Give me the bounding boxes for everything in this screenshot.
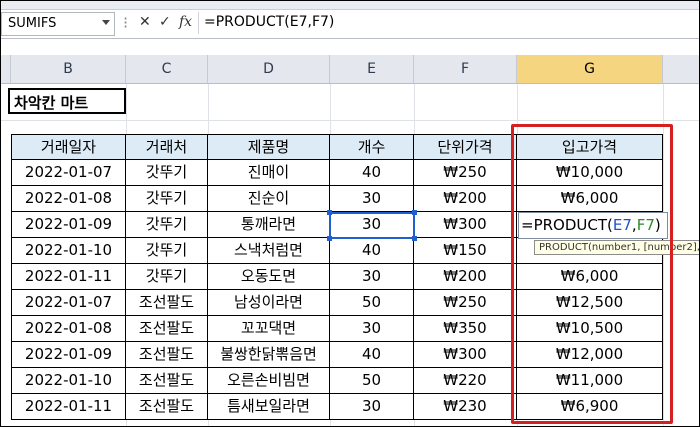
- table-cell-date[interactable]: 2022-01-07: [11, 290, 126, 316]
- table-header-date[interactable]: 거래일자: [11, 134, 126, 160]
- table-cell-product[interactable]: 오른손비빔면: [208, 368, 330, 394]
- table-cell-vendor[interactable]: 갓뚜기: [126, 238, 208, 264]
- table-cell-vendor[interactable]: 조선팔도: [126, 316, 208, 342]
- table-header-product[interactable]: 제품명: [208, 134, 330, 160]
- select-all-corner[interactable]: [1, 55, 11, 83]
- chevron-down-icon[interactable]: [102, 20, 110, 25]
- table-cell-qty[interactable]: 50: [330, 368, 414, 394]
- highlight-box: [511, 124, 673, 424]
- table-cell-unit-price[interactable]: ₩250: [414, 160, 517, 186]
- table-cell-vendor[interactable]: 갓뚜기: [126, 264, 208, 290]
- table-cell-product[interactable]: 진순이: [208, 186, 330, 212]
- spreadsheet-window: SUMIFS ⁝ ✕ ✓ fx =PRODUCT(E7,F7) B C D E …: [0, 0, 700, 427]
- name-box[interactable]: SUMIFS: [1, 12, 115, 36]
- column-header-b[interactable]: B: [11, 55, 126, 83]
- table-cell-date[interactable]: 2022-01-10: [11, 238, 126, 264]
- column-header-c[interactable]: C: [126, 55, 208, 83]
- table-cell-product[interactable]: 틈새보일라면: [208, 394, 330, 420]
- table-cell-product[interactable]: 오동도면: [208, 264, 330, 290]
- table-cell-unit-price[interactable]: ₩300: [414, 212, 517, 238]
- table-cell-date[interactable]: 2022-01-07: [11, 160, 126, 186]
- table-cell-qty[interactable]: 30: [330, 264, 414, 290]
- formula-divider: [198, 12, 199, 34]
- table-cell-product[interactable]: 통깨라면: [208, 212, 330, 238]
- formula-bar: SUMIFS ⁝ ✕ ✓ fx =PRODUCT(E7,F7): [1, 10, 699, 39]
- table-cell-vendor[interactable]: 갓뚜기: [126, 160, 208, 186]
- table-cell-unit-price[interactable]: ₩230: [414, 394, 517, 420]
- table-cell-qty[interactable]: 40: [330, 160, 414, 186]
- table-cell-vendor[interactable]: 조선팔도: [126, 394, 208, 420]
- insert-function-icon[interactable]: fx: [179, 14, 192, 30]
- sheet-title[interactable]: 차악칸 마트: [8, 88, 126, 114]
- resize-handle[interactable]: [327, 210, 332, 215]
- table-cell-unit-price[interactable]: ₩200: [414, 264, 517, 290]
- resize-handle[interactable]: [327, 236, 332, 241]
- table-cell-product[interactable]: 남성이라면: [208, 290, 330, 316]
- table-cell-unit-price[interactable]: ₩200: [414, 186, 517, 212]
- table-cell-vendor[interactable]: 조선팔도: [126, 368, 208, 394]
- table-cell-qty[interactable]: 40: [330, 238, 414, 264]
- table-cell-vendor[interactable]: 조선팔도: [126, 290, 208, 316]
- table-cell-date[interactable]: 2022-01-11: [11, 264, 126, 290]
- table-cell-qty[interactable]: 30: [330, 186, 414, 212]
- table-cell-qty[interactable]: 40: [330, 342, 414, 368]
- table-cell-product[interactable]: 진매이: [208, 160, 330, 186]
- column-header-h[interactable]: [663, 55, 699, 83]
- name-box-value: SUMIFS: [8, 16, 57, 31]
- table-cell-date[interactable]: 2022-01-09: [11, 212, 126, 238]
- table-header-qty[interactable]: 개수: [330, 134, 414, 160]
- formula-buttons: ⁝ ✕ ✓ fx: [117, 12, 197, 34]
- table-cell-qty[interactable]: 50: [330, 290, 414, 316]
- table-cell-unit-price[interactable]: ₩250: [414, 290, 517, 316]
- column-header-g[interactable]: G: [517, 55, 663, 83]
- table-cell-vendor[interactable]: 갓뚜기: [126, 212, 208, 238]
- column-header-e[interactable]: E: [330, 55, 414, 83]
- column-header-f[interactable]: F: [414, 55, 517, 83]
- column-header-row: B C D E F G: [1, 55, 699, 84]
- table-cell-unit-price[interactable]: ₩300: [414, 342, 517, 368]
- table-cell-qty[interactable]: 30: [330, 394, 414, 420]
- enter-icon[interactable]: ✓: [159, 14, 171, 30]
- table-cell-vendor[interactable]: 조선팔도: [126, 342, 208, 368]
- table-cell-unit-price[interactable]: ₩220: [414, 368, 517, 394]
- ribbon-edge: [1, 1, 699, 10]
- table-cell-date[interactable]: 2022-01-11: [11, 394, 126, 420]
- sheet-gap: [1, 39, 699, 55]
- table-header-unit-price[interactable]: 단위가격: [414, 134, 517, 160]
- table-cell-date[interactable]: 2022-01-10: [11, 368, 126, 394]
- column-header-d[interactable]: D: [208, 55, 330, 83]
- table-cell-product[interactable]: 불쌍한닭뽂음면: [208, 342, 330, 368]
- grip-icon: ⁝: [123, 13, 129, 32]
- active-cell-outline[interactable]: [327, 210, 417, 241]
- table-cell-date[interactable]: 2022-01-08: [11, 186, 126, 212]
- table-cell-unit-price[interactable]: ₩350: [414, 316, 517, 342]
- table-cell-product[interactable]: 스낵처럼면: [208, 238, 330, 264]
- table-cell-vendor[interactable]: 갓뚜기: [126, 186, 208, 212]
- resize-handle[interactable]: [412, 236, 417, 241]
- formula-input[interactable]: =PRODUCT(E7,F7): [204, 14, 334, 30]
- resize-handle[interactable]: [412, 210, 417, 215]
- table-header-vendor[interactable]: 거래처: [126, 134, 208, 160]
- table-cell-product[interactable]: 꼬꼬댁면: [208, 316, 330, 342]
- table-cell-date[interactable]: 2022-01-09: [11, 342, 126, 368]
- cancel-icon[interactable]: ✕: [139, 14, 151, 30]
- table-cell-unit-price[interactable]: ₩150: [414, 238, 517, 264]
- table-cell-date[interactable]: 2022-01-08: [11, 316, 126, 342]
- table-cell-qty[interactable]: 30: [330, 316, 414, 342]
